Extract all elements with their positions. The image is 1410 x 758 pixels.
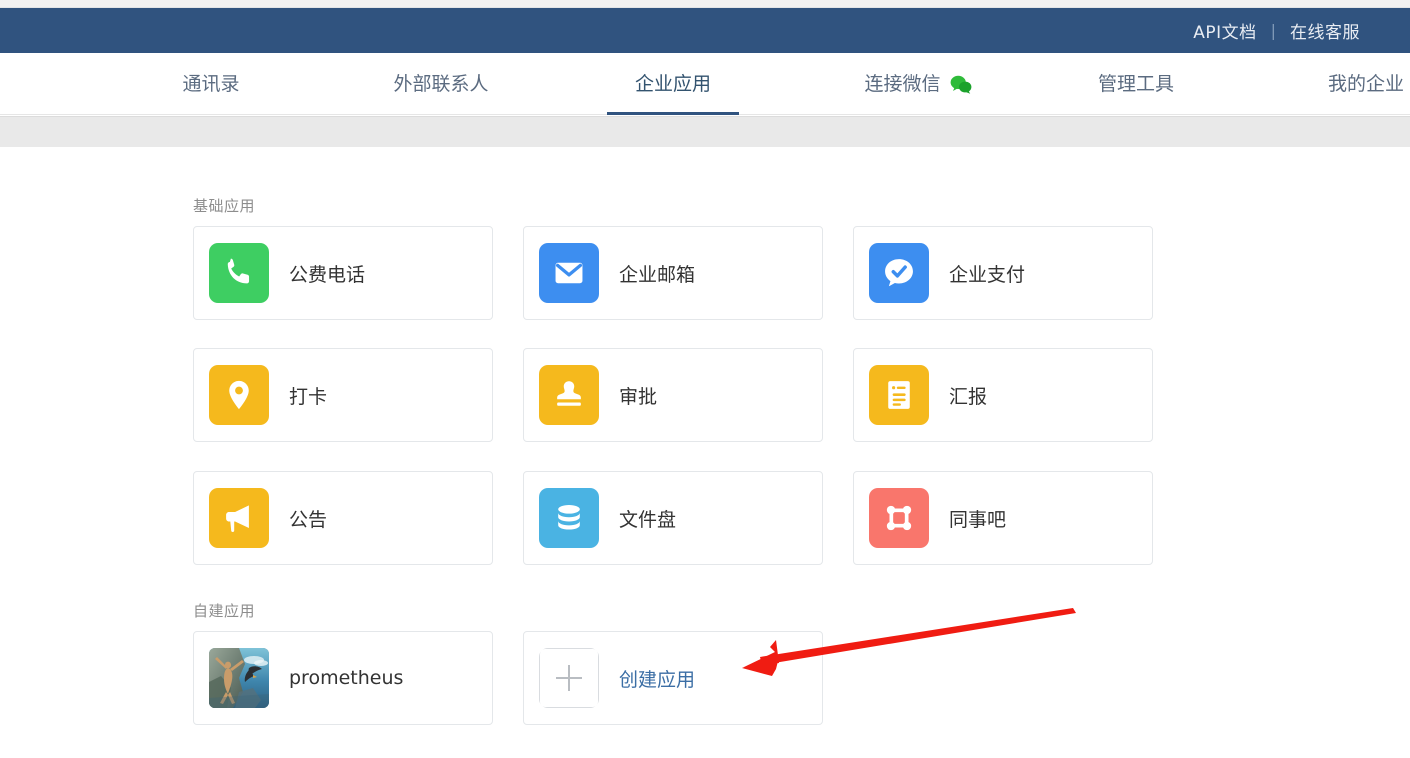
app-card-free-call[interactable]: 公费电话: [193, 226, 493, 320]
nav-item-external-contacts[interactable]: 外部联系人: [375, 53, 507, 115]
plus-icon: [539, 648, 599, 708]
app-card-prometheus[interactable]: prometheus: [193, 631, 493, 725]
app-card-announcement[interactable]: 公告: [193, 471, 493, 565]
top-bar: API文档 | 在线客服: [0, 8, 1410, 53]
create-app-label: 创建应用: [619, 668, 696, 691]
stamp-icon: [539, 365, 599, 425]
wechat-icon: [950, 75, 972, 94]
nav-label: 管理工具: [1097, 72, 1174, 95]
api-doc-link[interactable]: API文档: [1193, 18, 1256, 43]
nav-label: 通讯录: [182, 72, 240, 95]
create-app-card[interactable]: 创建应用: [523, 631, 823, 725]
top-strip: [0, 0, 1410, 8]
plus-icon-wrapper: [539, 648, 599, 708]
online-service-link-clip: 在线客服: [1290, 18, 1410, 43]
section-title-basic-apps: 基础应用: [193, 197, 256, 215]
app-card-checkin[interactable]: 打卡: [193, 348, 493, 442]
active-tab-underline: [607, 112, 739, 115]
colleagues-icon: [869, 488, 929, 548]
section-title-custom-apps: 自建应用: [193, 602, 256, 620]
page-root: API文档 | 在线客服 通讯录 外部联系人 企业应用 连接微信 管理工具 我的…: [0, 0, 1410, 758]
app-card-colleagues[interactable]: 同事吧: [853, 471, 1153, 565]
app-card-label: 企业邮箱: [619, 263, 696, 286]
envelope-icon: [539, 243, 599, 303]
phone-icon: [209, 243, 269, 303]
content-area: 基础应用 公费电话 企业邮箱 企业支付 打卡 审批 汇报 公告 文件盘 同事吧 …: [0, 147, 1410, 758]
nav-label: 我的企业: [1327, 72, 1404, 95]
app-card-label: 公费电话: [289, 263, 366, 286]
app-card-label: 同事吧: [949, 508, 1007, 531]
nav-label: 外部联系人: [393, 72, 489, 95]
nav-item-enterprise-apps[interactable]: 企业应用: [607, 53, 739, 115]
main-nav: 通讯录 外部联系人 企业应用 连接微信 管理工具 我的企业: [0, 53, 1410, 115]
pay-chat-icon: [869, 243, 929, 303]
app-card-enterprise-pay[interactable]: 企业支付: [853, 226, 1153, 320]
nav-item-admin-tools[interactable]: 管理工具: [1070, 53, 1202, 115]
app-card-report[interactable]: 汇报: [853, 348, 1153, 442]
megaphone-icon: [209, 488, 269, 548]
location-pin-icon: [209, 365, 269, 425]
app-card-label: prometheus: [289, 667, 404, 689]
nav-label: 企业应用: [634, 72, 711, 95]
sub-nav-gray-band: [0, 116, 1410, 147]
nav-item-connect-wechat[interactable]: 连接微信: [838, 53, 998, 115]
nav-item-contacts[interactable]: 通讯录: [145, 53, 277, 115]
online-service-link[interactable]: 在线客服: [1290, 23, 1360, 43]
nav-item-my-enterprise[interactable]: 我的企业: [1300, 53, 1410, 115]
app-card-label: 企业支付: [949, 263, 1026, 286]
app-card-label: 文件盘: [619, 508, 677, 531]
app-card-label: 汇报: [949, 385, 988, 408]
app-card-enterprise-mail[interactable]: 企业邮箱: [523, 226, 823, 320]
app-card-label: 审批: [619, 385, 658, 408]
app-card-label: 公告: [289, 508, 328, 531]
topbar-separator: |: [1270, 21, 1276, 40]
database-icon: [539, 488, 599, 548]
report-doc-icon: [869, 365, 929, 425]
app-card-file-disk[interactable]: 文件盘: [523, 471, 823, 565]
prometheus-painting-icon: [209, 648, 269, 708]
nav-label: 连接微信: [864, 72, 941, 95]
app-card-label: 打卡: [289, 385, 328, 408]
app-card-approval[interactable]: 审批: [523, 348, 823, 442]
top-bar-links: API文档 | 在线客服: [1193, 18, 1410, 43]
